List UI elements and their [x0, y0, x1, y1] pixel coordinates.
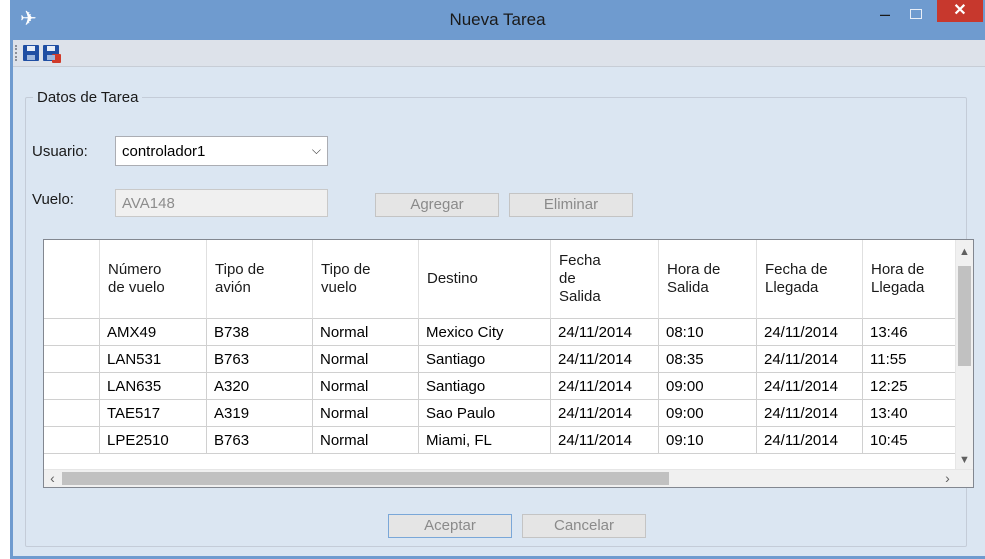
table-cell[interactable]: 13:40 — [863, 400, 957, 427]
table-cell[interactable]: A320 — [207, 373, 313, 400]
dialog-client-area: Datos de Tarea Usuario: controlador1 ⌵ V… — [13, 67, 985, 556]
row-header[interactable] — [44, 346, 100, 373]
table-cell[interactable]: 09:00 — [659, 400, 757, 427]
table-cell[interactable]: B738 — [207, 319, 313, 346]
toolbar-grip[interactable] — [15, 45, 20, 61]
table-cell[interactable]: LAN635 — [100, 373, 207, 400]
chevron-down-icon: ⌵ — [311, 143, 321, 157]
table-cell[interactable]: 24/11/2014 — [757, 346, 863, 373]
table-cell[interactable]: Sao Paulo — [419, 400, 551, 427]
window-title: Nueva Tarea — [449, 10, 546, 29]
column-header[interactable]: Fecha de Llegada — [757, 240, 863, 319]
maximize-icon — [910, 9, 922, 19]
table-cell[interactable]: B763 — [207, 427, 313, 454]
vertical-scrollbar[interactable]: ▲ ▼ — [955, 240, 973, 471]
row-header[interactable] — [44, 319, 100, 346]
row-header-corner — [44, 240, 100, 319]
dialog-window: ✈ Nueva Tarea – ✕ Datos de Tarea Usuario… — [10, 0, 985, 559]
horizontal-scrollbar[interactable]: ‹ › — [44, 469, 973, 487]
table-cell[interactable]: 24/11/2014 — [757, 319, 863, 346]
save-close-icon — [43, 45, 61, 63]
table-cell[interactable]: Normal — [313, 319, 419, 346]
group-label: Datos de Tarea — [33, 89, 143, 106]
table-cell[interactable]: 24/11/2014 — [551, 400, 659, 427]
table-cell[interactable]: 08:35 — [659, 346, 757, 373]
column-header[interactable]: Hora de Llegada — [863, 240, 957, 319]
aceptar-button[interactable]: Aceptar — [388, 514, 512, 538]
column-header[interactable]: Número de vuelo — [100, 240, 207, 319]
table-cell[interactable]: 24/11/2014 — [551, 319, 659, 346]
table-cell[interactable]: 12:25 — [863, 373, 957, 400]
flights-table[interactable]: Número de vuelo Tipo de avión Tipo de vu… — [43, 239, 974, 488]
column-header[interactable]: Destino — [419, 240, 551, 319]
column-header[interactable]: Hora de Salida — [659, 240, 757, 319]
table-cell[interactable]: 24/11/2014 — [757, 400, 863, 427]
row-header[interactable] — [44, 400, 100, 427]
vuelo-input[interactable]: AVA148 — [115, 189, 328, 217]
table-cell[interactable]: Santiago — [419, 346, 551, 373]
scroll-up-icon[interactable]: ▲ — [956, 246, 973, 258]
table-cell[interactable]: Normal — [313, 400, 419, 427]
table-cell[interactable]: Normal — [313, 427, 419, 454]
usuario-select-value: controlador1 — [122, 143, 206, 160]
table-cell[interactable]: Santiago — [419, 373, 551, 400]
column-header[interactable]: Tipo de vuelo — [313, 240, 419, 319]
table-cell[interactable]: 09:00 — [659, 373, 757, 400]
title-bar[interactable]: ✈ Nueva Tarea – ✕ — [10, 0, 985, 40]
table-cell[interactable]: AMX49 — [100, 319, 207, 346]
toolbar — [13, 40, 985, 67]
save-close-button[interactable] — [43, 45, 61, 63]
vuelo-label: Vuelo: — [32, 191, 74, 208]
table-cell[interactable]: 24/11/2014 — [551, 427, 659, 454]
table-cell[interactable]: Normal — [313, 346, 419, 373]
table-cell[interactable]: 24/11/2014 — [551, 346, 659, 373]
scroll-right-icon[interactable]: › — [939, 470, 956, 487]
eliminar-button[interactable]: Eliminar — [509, 193, 633, 217]
table-cell[interactable]: 08:10 — [659, 319, 757, 346]
agregar-button[interactable]: Agregar — [375, 193, 499, 217]
table-cell[interactable]: Miami, FL — [419, 427, 551, 454]
table-cell[interactable]: Mexico City — [419, 319, 551, 346]
maximize-button[interactable] — [903, 4, 929, 24]
table-cell[interactable]: 24/11/2014 — [757, 373, 863, 400]
table-cell[interactable]: A319 — [207, 400, 313, 427]
usuario-select[interactable]: controlador1 ⌵ — [115, 136, 328, 166]
table-cell[interactable]: 24/11/2014 — [757, 427, 863, 454]
table-cell[interactable]: Normal — [313, 373, 419, 400]
table-cell[interactable]: 10:45 — [863, 427, 957, 454]
table-cell[interactable]: 24/11/2014 — [551, 373, 659, 400]
table-cell[interactable]: LPE2510 — [100, 427, 207, 454]
scroll-down-icon[interactable]: ▼ — [956, 454, 973, 466]
save-icon — [23, 45, 39, 61]
scroll-left-icon[interactable]: ‹ — [44, 470, 61, 487]
table-cell[interactable]: TAE517 — [100, 400, 207, 427]
table-cell[interactable]: 13:46 — [863, 319, 957, 346]
vertical-scroll-thumb[interactable] — [958, 266, 971, 366]
minimize-button[interactable]: – — [872, 4, 898, 24]
column-header[interactable]: Fecha de Salida — [551, 240, 659, 319]
table-cell[interactable]: LAN531 — [100, 346, 207, 373]
row-header[interactable] — [44, 427, 100, 454]
table-cell[interactable]: 11:55 — [863, 346, 957, 373]
vuelo-input-value: AVA148 — [122, 195, 175, 212]
horizontal-scroll-thumb[interactable] — [62, 472, 669, 485]
row-header[interactable] — [44, 373, 100, 400]
table-cell[interactable]: B763 — [207, 346, 313, 373]
usuario-label: Usuario: — [32, 143, 88, 160]
table-cell[interactable]: 09:10 — [659, 427, 757, 454]
column-header[interactable]: Tipo de avión — [207, 240, 313, 319]
close-button[interactable]: ✕ — [937, 0, 983, 22]
cancelar-button[interactable]: Cancelar — [522, 514, 646, 538]
save-button[interactable] — [23, 45, 39, 61]
